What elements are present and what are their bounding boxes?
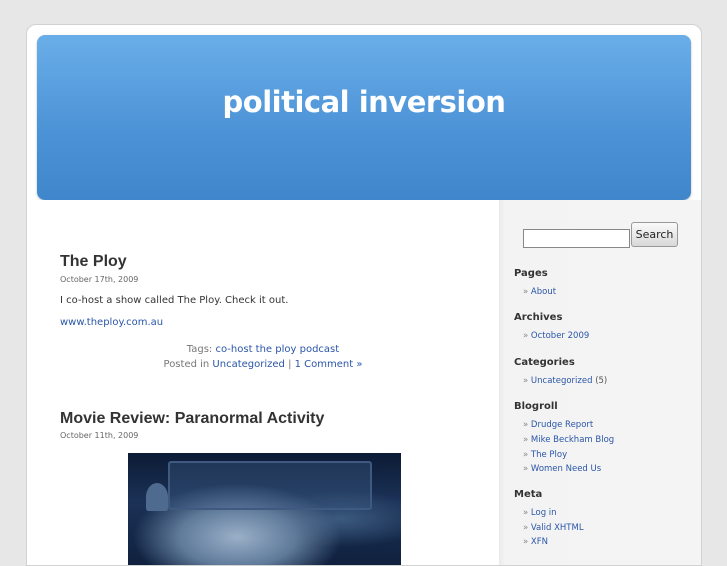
blog-header: political inversion: [37, 35, 691, 200]
post-title[interactable]: Movie Review: Paranormal Activity: [60, 410, 324, 428]
sidebar-item-xhtml[interactable]: » Valid XHTML: [523, 523, 584, 533]
main-content: The Ploy October 17th, 2009 I co-host a …: [27, 200, 499, 565]
sidebar-heading-archives: Archives: [514, 312, 563, 323]
search-input[interactable]: [523, 229, 630, 248]
tag-links[interactable]: co-host the ploy podcast: [216, 344, 340, 355]
movie-still-image: [128, 453, 401, 565]
category-link[interactable]: Uncategorized: [212, 359, 284, 370]
post-tags: Tags: co-host the ploy podcast: [27, 344, 499, 355]
sidebar-item-login[interactable]: » Log in: [523, 508, 557, 518]
post-meta: Posted in Uncategorized | 1 Comment »: [27, 359, 499, 370]
sidebar-heading-meta: Meta: [514, 489, 543, 500]
post-title[interactable]: The Ploy: [60, 253, 127, 271]
tags-label: Tags:: [186, 344, 213, 355]
sidebar-heading-categories: Categories: [514, 357, 575, 368]
lamp-shape: [146, 483, 168, 511]
page-container: political inversion The Ploy October 17t…: [26, 24, 702, 566]
post-text: I co-host a show called The Ploy. Check …: [60, 295, 289, 306]
sidebar-item-xfn[interactable]: » XFN: [523, 537, 548, 547]
blog-title[interactable]: political inversion: [37, 85, 691, 119]
comments-link[interactable]: 1 Comment »: [295, 359, 363, 370]
sidebar-item-blogroll[interactable]: » The Ploy: [523, 450, 567, 460]
sidebar-item-archive[interactable]: » October 2009: [523, 331, 589, 341]
sidebar: Search Pages » About Archives » October …: [499, 200, 701, 565]
sidebar-heading-blogroll: Blogroll: [514, 401, 558, 412]
sidebar-item-category[interactable]: » Uncategorized (5): [523, 376, 607, 386]
search-button[interactable]: Search: [631, 222, 678, 247]
meta-separator: |: [288, 359, 292, 370]
sidebar-item-blogroll[interactable]: » Women Need Us: [523, 464, 601, 474]
post-external-link[interactable]: www.theploy.com.au: [60, 317, 163, 328]
post-date: October 11th, 2009: [60, 431, 139, 440]
posted-in-label: Posted in: [163, 359, 210, 370]
sidebar-heading-pages: Pages: [514, 268, 548, 279]
sidebar-item-about[interactable]: » About: [523, 287, 556, 297]
sidebar-item-blogroll[interactable]: » Drudge Report: [523, 420, 593, 430]
sidebar-item-blogroll[interactable]: » Mike Beckham Blog: [523, 435, 614, 445]
headboard-shape: [168, 461, 372, 510]
post-date: October 17th, 2009: [60, 275, 139, 284]
